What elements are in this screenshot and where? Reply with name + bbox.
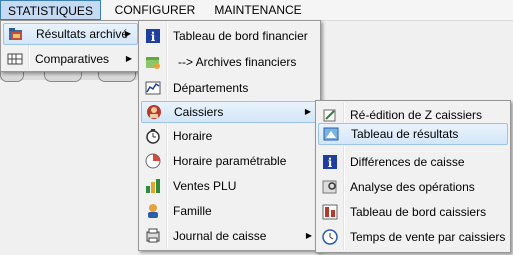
resultats-archive-submenu: i Tableau de bord financier --> Archives… (138, 20, 321, 251)
results-icon (323, 126, 339, 142)
bar-chart-icon (145, 178, 161, 194)
menu-item-comparatives[interactable]: Comparatives ▶ (3, 48, 138, 70)
menu-maintenance[interactable]: MAINTENANCE (208, 0, 308, 20)
statistiques-dropdown: Résultats archivé ▶ Comparatives ▶ (0, 20, 141, 72)
menu-item-departements[interactable]: Départements (141, 77, 318, 99)
clock-icon (322, 229, 338, 245)
info-icon: i (145, 28, 161, 44)
menu-item-horaire[interactable]: Horaire (141, 125, 318, 147)
info-icon: i (322, 154, 338, 170)
compare-grid-icon (7, 51, 23, 67)
chevron-right-icon: ▶ (305, 231, 312, 240)
chevron-right-icon: ▶ (125, 54, 132, 63)
cashier-icon (146, 104, 162, 120)
archive-folder-icon (8, 26, 24, 42)
menu-item-famille[interactable]: Famille (141, 200, 318, 222)
menu-item-tableau-de-resultats[interactable]: Tableau de résultats (318, 123, 508, 145)
chevron-right-icon: ▶ (304, 107, 311, 116)
menu-configurer[interactable]: CONFIGURER (105, 0, 205, 20)
menu-item-ventes-plu[interactable]: Ventes PLU (141, 175, 318, 197)
caissiers-submenu: Ré-édition de Z caissiers Tableau de rés… (315, 100, 511, 253)
clock-icon (145, 128, 161, 144)
chart-icon (145, 80, 161, 96)
pie-chart-icon (145, 153, 161, 169)
menu-item-temps-de-vente-par-caissiers[interactable]: Temps de vente par caissiers (318, 226, 508, 248)
menu-item-tableau-bord-financier[interactable]: i Tableau de bord financier (141, 25, 318, 47)
dashboard-icon (322, 204, 338, 220)
menu-item-resultats-archive[interactable]: Résultats archivé ▶ (3, 23, 138, 45)
menu-item-caissiers[interactable]: Caissiers ▶ (141, 101, 318, 123)
menu-item-differences-de-caisse[interactable]: i Différences de caisse (318, 151, 508, 173)
archive-box-icon (145, 54, 161, 70)
person-icon (145, 203, 161, 219)
analysis-icon (322, 179, 338, 195)
menu-item-horaire-parametrable[interactable]: Horaire paramétrable (141, 150, 318, 172)
menu-statistiques[interactable]: STATISTIQUES (0, 0, 101, 20)
menu-item-analyse-des-operations[interactable]: Analyse des opérations (318, 176, 508, 198)
svg-text:i: i (328, 156, 333, 170)
menu-bar: STATISTIQUES CONFIGURER MAINTENANCE (0, 0, 513, 21)
svg-text:i: i (151, 30, 156, 44)
menu-item-tableau-de-bord-caissiers[interactable]: Tableau de bord caissiers (318, 201, 508, 223)
menu-item-journal-de-caisse[interactable]: Journal de caisse ▶ (141, 225, 318, 247)
menu-item-archives-financiers[interactable]: --> Archives financiers (141, 51, 318, 73)
journal-icon (145, 228, 161, 244)
reprint-icon (322, 107, 338, 123)
chevron-right-icon: ▶ (124, 29, 131, 38)
